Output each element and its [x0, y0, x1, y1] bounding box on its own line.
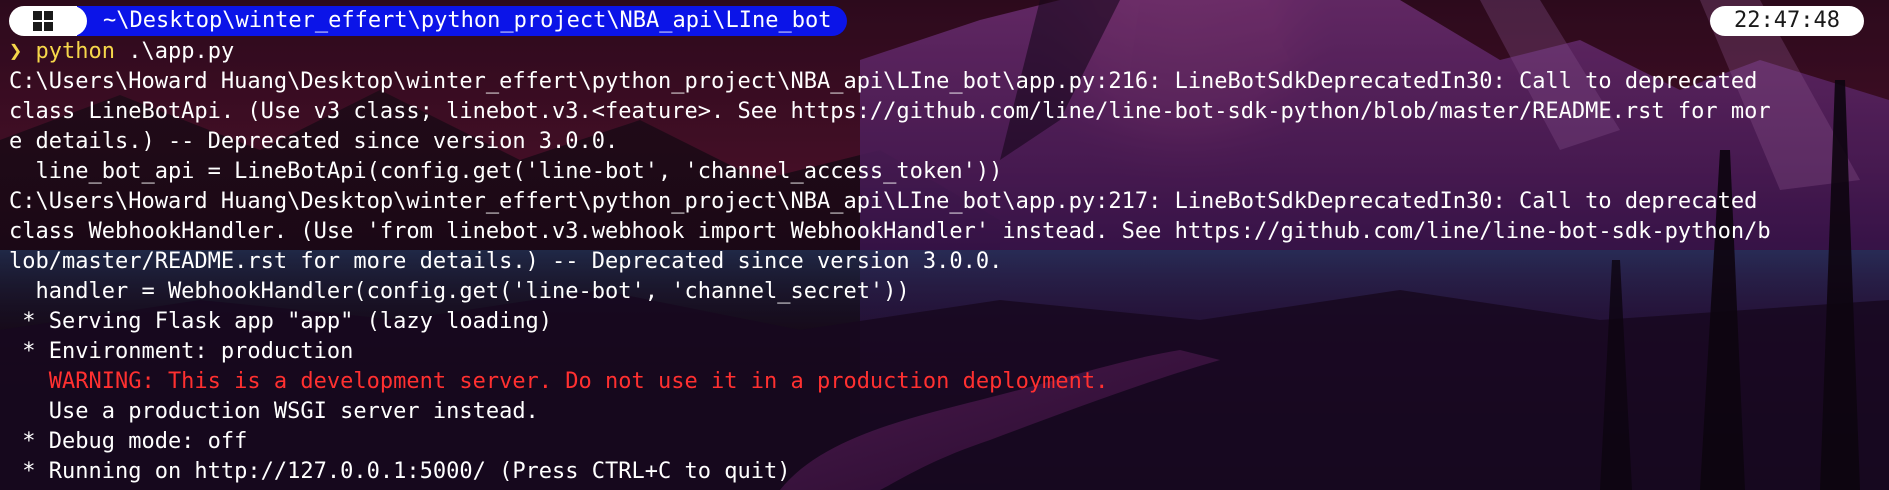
terminal-output[interactable]: ❯ python .\app.py C:\Users\Howard Huang\…: [9, 37, 1879, 487]
output-line: line_bot_api = LineBotApi(config.get('li…: [9, 159, 1003, 184]
output-line: e details.) -- Deprecated since version …: [9, 129, 619, 154]
prompt-chevron-icon: ❯: [9, 39, 23, 64]
output-line: * Running on http://127.0.0.1:5000/ (Pre…: [9, 459, 791, 484]
output-line: class WebhookHandler. (Use 'from linebot…: [9, 219, 1771, 244]
windows-icon: [33, 11, 53, 31]
terminal-window[interactable]: ~\Desktop\winter_effert\python_project\N…: [0, 0, 1889, 490]
os-segment: [9, 6, 87, 36]
output-line: * Environment: production: [9, 339, 354, 364]
output-line: Use a production WSGI server instead.: [9, 399, 539, 424]
warning-line: WARNING: This is a development server. D…: [9, 369, 1109, 394]
output-line: * Serving Flask app "app" (lazy loading): [9, 309, 553, 334]
prompt-bar: ~\Desktop\winter_effert\python_project\N…: [9, 6, 848, 36]
current-path: ~\Desktop\winter_effert\python_project\N…: [77, 6, 848, 36]
command-line[interactable]: ❯ python .\app.py: [9, 37, 1879, 67]
output-line: handler = WebhookHandler(config.get('lin…: [9, 279, 910, 304]
output-line: * Debug mode: off: [9, 429, 248, 454]
output-line: lob/master/README.rst for more details.)…: [9, 249, 1003, 274]
output-line: class LineBotApi. (Use v3 class; linebot…: [9, 99, 1771, 124]
output-line: C:\Users\Howard Huang\Desktop\winter_eff…: [9, 69, 1758, 94]
clock-segment: 22:47:48: [1710, 6, 1864, 36]
output-line: C:\Users\Howard Huang\Desktop\winter_eff…: [9, 189, 1758, 214]
terminal-content: ~\Desktop\winter_effert\python_project\N…: [0, 0, 1889, 490]
command-argument: .\app.py: [128, 39, 235, 64]
command-program: python: [35, 39, 115, 64]
